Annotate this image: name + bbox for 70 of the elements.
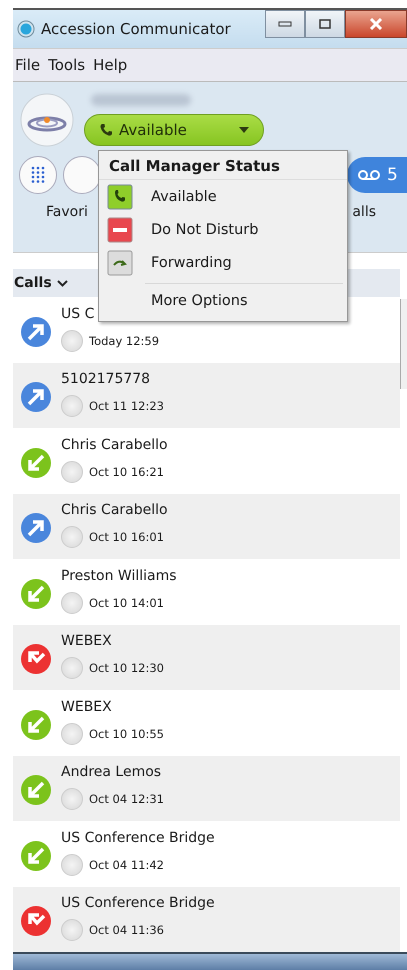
menu-item[interactable]: Help <box>93 56 128 74</box>
menu-item[interactable]: Tools <box>48 56 86 74</box>
caret-icon <box>239 127 249 133</box>
voicemail-icon <box>357 169 381 181</box>
call-time: Oct 04 11:42 <box>89 858 164 872</box>
presence-icon <box>61 460 83 483</box>
call-row[interactable]: 5102175778 Oct 11 12:23 <box>13 362 400 428</box>
caller-name: US Conference Bridge <box>61 830 215 846</box>
menu-item[interactable]: More Options <box>99 284 347 317</box>
menu-item[interactable]: Do Not Disturb <box>99 213 347 246</box>
maximize-button[interactable] <box>305 10 345 38</box>
presence-icon <box>61 919 83 942</box>
presence-icon <box>61 592 83 614</box>
caller-name: Chris Carabello <box>61 502 168 518</box>
caller-name: WEBEX <box>61 633 113 650</box>
caller-name: WEBEX <box>61 698 113 715</box>
caller-name: Chris Carabello <box>61 436 168 453</box>
menu-title: Call Manager Status <box>99 151 347 180</box>
call-row[interactable]: WEBEX Oct 10 12:30 <box>13 624 400 690</box>
call-time: Oct 04 11:36 <box>89 923 164 938</box>
call-row[interactable]: Preston Williams Oct 10 14:01 <box>13 559 400 624</box>
call-time: Oct 10 16:01 <box>89 530 164 544</box>
app-logo-icon <box>17 20 35 38</box>
dialpad-button[interactable] <box>19 156 57 194</box>
window-title: Accession Communicator <box>41 20 231 38</box>
minus-icon <box>107 216 133 242</box>
menu-item[interactable]: Forwarding <box>99 246 347 279</box>
menu-item[interactable]: File <box>15 56 40 74</box>
call-row[interactable]: Chris Carabello Oct 10 16:01 <box>13 494 400 559</box>
caller-name: Preston Williams <box>61 568 177 584</box>
call-row[interactable]: Chris Carabello Oct 10 16:21 <box>13 428 400 494</box>
menu-item[interactable]: Available <box>99 180 347 213</box>
chevron-icon <box>56 280 68 286</box>
caller-name: US C <box>61 306 96 322</box>
round-button[interactable] <box>63 156 101 194</box>
status-dropdown[interactable]: Available <box>84 114 264 146</box>
call-time: Oct 10 16:21 <box>89 464 164 479</box>
close-icon <box>369 18 383 30</box>
presence-icon <box>61 854 83 876</box>
call-time: Oct 10 10:55 <box>89 726 164 741</box>
phone-icon <box>99 123 113 137</box>
scrollbar[interactable] <box>400 299 407 389</box>
presence-icon <box>61 788 83 810</box>
caller-name: US Conference Bridge <box>61 895 215 912</box>
presence-icon <box>61 722 83 745</box>
call-time: Oct 10 14:01 <box>89 596 164 610</box>
call-time: Oct 10 12:30 <box>89 661 164 676</box>
minimize-button[interactable] <box>265 10 305 38</box>
maximize-icon <box>319 19 331 29</box>
call-row[interactable]: US Conference Bridge Oct 04 11:42 <box>13 821 400 886</box>
caller-name: Andrea Lemos <box>61 764 162 780</box>
phone-icon <box>107 184 133 210</box>
calls-tab[interactable]: alls <box>352 204 376 220</box>
call-time: Today 12:59 <box>89 334 160 348</box>
call-row[interactable]: Andrea Lemos Oct 04 12:31 <box>13 756 400 821</box>
voicemail-button[interactable]: 5 <box>347 157 407 193</box>
favorites-tab[interactable]: Favori <box>46 204 88 220</box>
minimize-icon <box>278 21 292 27</box>
call-time: Oct 04 12:31 <box>89 792 164 806</box>
close-button[interactable] <box>345 10 407 38</box>
call-row[interactable]: WEBEX Oct 10 10:55 <box>13 690 400 756</box>
presence-icon <box>61 330 83 352</box>
call-time: Oct 11 12:23 <box>89 399 164 414</box>
ripple-logo-icon <box>19 92 75 148</box>
call-row[interactable]: US Conference Bridge Oct 04 11:36 <box>13 886 400 952</box>
presence-icon <box>61 395 83 418</box>
caller-name: 5102175778 <box>61 371 152 388</box>
presence-icon <box>61 657 83 680</box>
presence-icon <box>61 526 83 548</box>
dialpad-icon <box>29 166 47 184</box>
